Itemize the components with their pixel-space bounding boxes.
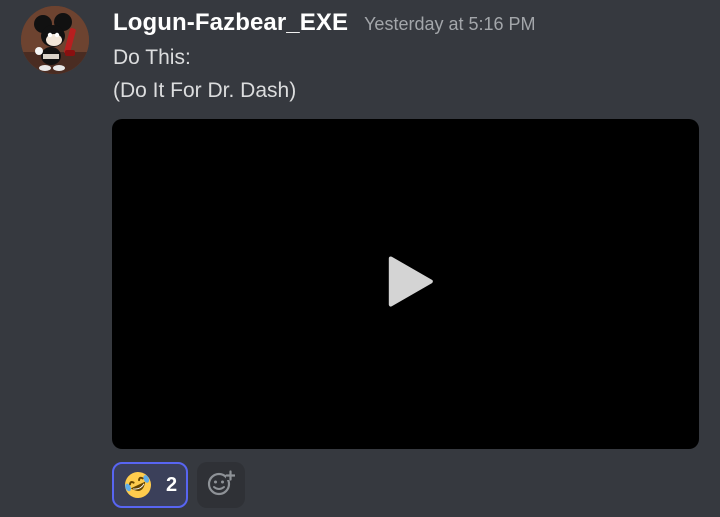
reaction-count: 2 bbox=[166, 473, 178, 496]
chat-message: Logun-Fazbear_EXE Yesterday at 5:16 PM D… bbox=[0, 0, 720, 517]
video-attachment[interactable] bbox=[112, 119, 699, 449]
message-text-line: Do This: bbox=[113, 46, 191, 69]
username[interactable]: Logun-Fazbear_EXE bbox=[113, 9, 348, 37]
avatar[interactable] bbox=[21, 6, 89, 74]
message-text-line: (Do It For Dr. Dash) bbox=[113, 79, 297, 102]
message-header: Logun-Fazbear_EXE Yesterday at 5:16 PM bbox=[113, 9, 536, 37]
timestamp: Yesterday at 5:16 PM bbox=[364, 14, 536, 34]
add-reaction-button[interactable] bbox=[197, 462, 245, 508]
rolling-on-floor-laughing-icon bbox=[123, 470, 153, 500]
add-reaction-icon bbox=[207, 469, 236, 502]
reaction-button[interactable]: 2 bbox=[112, 462, 188, 508]
play-icon[interactable] bbox=[386, 255, 434, 314]
